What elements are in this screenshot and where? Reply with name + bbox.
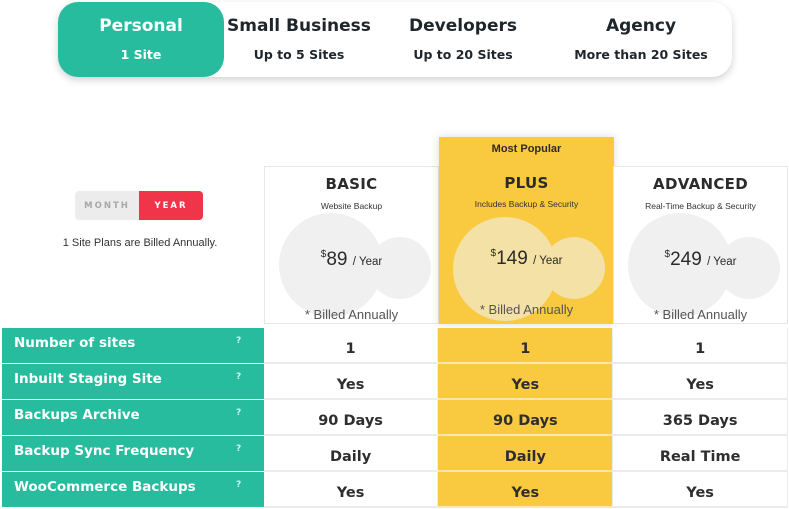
year-option[interactable]: YEAR [139, 191, 203, 220]
tab-personal[interactable]: Personal 1 Site [58, 2, 224, 77]
advanced-value: 1 [613, 328, 789, 364]
help-icon[interactable]: ? [236, 444, 241, 454]
plus-value: 90 Days [438, 400, 614, 436]
feature-name: Inbuilt Staging Site [14, 371, 162, 387]
table-row: WooCommerce Backups ? Yes Yes Yes [2, 472, 789, 508]
price-amount: 249 [670, 249, 702, 270]
tab-title: Personal [99, 16, 183, 36]
plus-value: Daily [438, 436, 614, 472]
feature-name: Backup Sync Frequency [14, 443, 195, 459]
basic-value: Yes [263, 472, 439, 508]
advanced-value: Yes [613, 364, 789, 400]
plan-description: Real-Time Backup & Security [645, 201, 756, 211]
tab-subtitle: More than 20 Sites [574, 47, 708, 62]
plan-price: $89 / Year [265, 249, 438, 271]
most-popular-badge: Most Popular [491, 143, 562, 155]
basic-value: Daily [263, 436, 439, 472]
table-row: Inbuilt Staging Site ? Yes Yes Yes [2, 364, 789, 400]
plus-value: Yes [438, 364, 614, 400]
feature-label: Backup Sync Frequency ? [2, 436, 264, 471]
advanced-value: 365 Days [613, 400, 789, 436]
plan-price: $149 / Year [439, 248, 614, 270]
billed-note: * Billed Annually [653, 307, 748, 322]
tab-developers[interactable]: Developers Up to 20 Sites [374, 2, 552, 77]
plan-card-plus: Most Popular PLUS Includes Backup & Secu… [439, 137, 614, 324]
feature-name: WooCommerce Backups [14, 479, 196, 495]
price-period: / Year [352, 256, 383, 268]
tab-title: Agency [605, 16, 677, 36]
tab-title: Small Business [227, 16, 371, 36]
billing-note: 1 Site Plans are Billed Annually. [62, 237, 218, 249]
table-row: Backup Sync Frequency ? Daily Daily Real… [2, 436, 789, 472]
month-option[interactable]: MONTH [75, 191, 139, 220]
price-amount: 149 [496, 248, 528, 269]
plan-name: BASIC [325, 175, 378, 193]
feature-name: Number of sites [14, 335, 136, 351]
table-row: Number of sites ? 1 1 1 [2, 328, 789, 364]
plan-card-basic: BASIC Website Backup $89 / Year * Billed… [264, 166, 439, 324]
plus-value: Yes [438, 472, 614, 508]
plan-price: $249 / Year [614, 249, 787, 271]
tab-title: Developers [409, 16, 517, 36]
billed-note: * Billed Annually [479, 302, 574, 317]
price-amount: 89 [326, 249, 348, 270]
plus-value: 1 [438, 328, 614, 364]
basic-value: 90 Days [263, 400, 439, 436]
plan-name: ADVANCED [653, 175, 748, 193]
feature-comparison-table: Number of sites ? 1 1 1 Inbuilt Staging … [2, 328, 789, 508]
billing-period-toggle: MONTH YEAR [75, 191, 203, 220]
help-icon[interactable]: ? [236, 480, 241, 490]
advanced-value: Real Time [613, 436, 789, 472]
basic-value: 1 [263, 328, 439, 364]
plan-type-tabs: Personal 1 Site Small Business Up to 5 S… [58, 2, 732, 77]
basic-value: Yes [263, 364, 439, 400]
feature-label: Number of sites ? [2, 328, 264, 363]
feature-label: Backups Archive ? [2, 400, 264, 435]
feature-label: WooCommerce Backups ? [2, 472, 264, 507]
plan-name: PLUS [504, 174, 549, 192]
help-icon[interactable]: ? [236, 372, 241, 382]
table-row: Backups Archive ? 90 Days 90 Days 365 Da… [2, 400, 789, 436]
tab-subtitle: Up to 5 Sites [253, 47, 345, 62]
tab-agency[interactable]: Agency More than 20 Sites [552, 2, 730, 77]
advanced-value: Yes [613, 472, 789, 508]
help-icon[interactable]: ? [236, 336, 241, 346]
plan-description: Includes Backup & Security [474, 199, 579, 209]
tab-small-business[interactable]: Small Business Up to 5 Sites [224, 2, 374, 77]
feature-label: Inbuilt Staging Site ? [2, 364, 264, 399]
help-icon[interactable]: ? [236, 408, 241, 418]
price-period: / Year [533, 255, 563, 267]
plan-card-advanced: ADVANCED Real-Time Backup & Security $24… [613, 166, 788, 324]
tab-subtitle: 1 Site [120, 47, 162, 62]
feature-name: Backups Archive [14, 407, 140, 423]
price-period: / Year [707, 256, 737, 268]
plan-description: Website Backup [320, 201, 383, 211]
billed-note: * Billed Annually [304, 307, 399, 322]
tab-subtitle: Up to 20 Sites [413, 47, 513, 62]
